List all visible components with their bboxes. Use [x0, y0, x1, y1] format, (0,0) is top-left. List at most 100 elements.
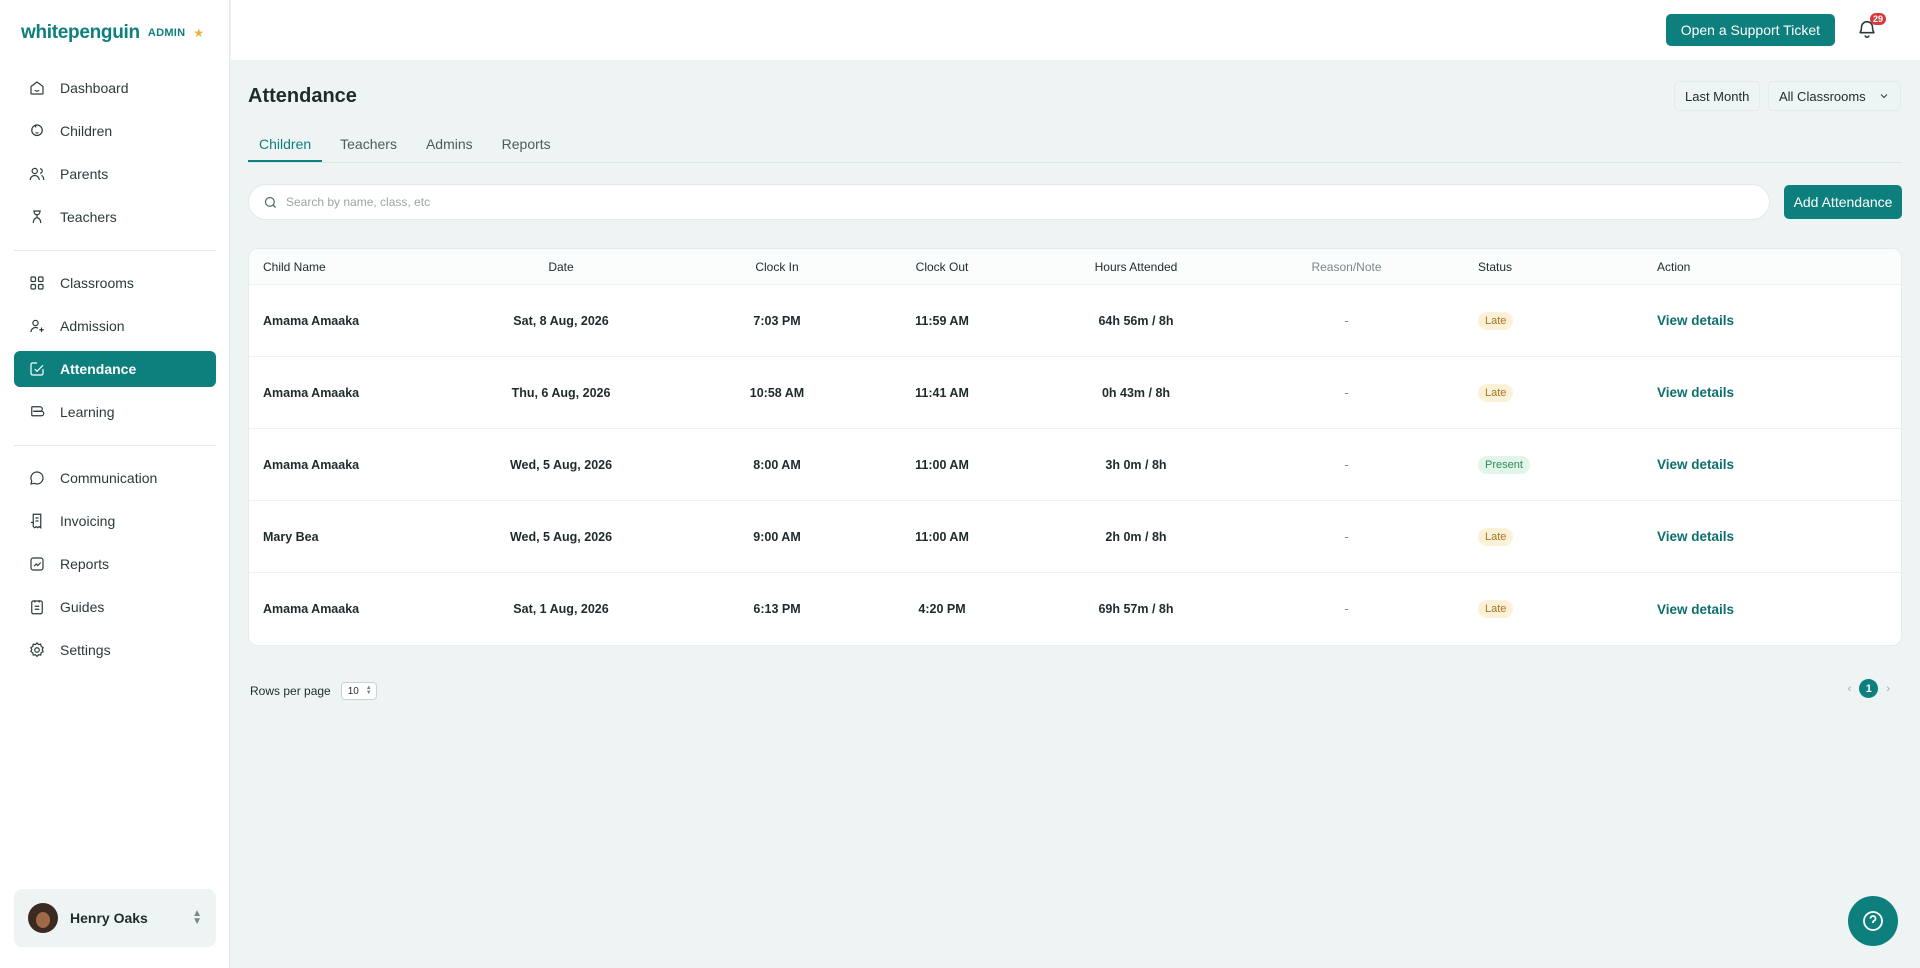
status-cell: Present [1412, 455, 1657, 474]
sidebar-item-label: Teachers [60, 209, 117, 225]
tab-reports[interactable]: Reports [491, 136, 562, 162]
clock-in-cell: 10:58 AM [749, 385, 805, 400]
nav-divider [14, 250, 216, 251]
clock-in-cell: 6:13 PM [753, 602, 801, 616]
next-page-icon[interactable]: › [1886, 683, 1890, 695]
period-filter[interactable]: Last Month [1674, 81, 1761, 111]
column-header[interactable]: Hours Attended [991, 260, 1281, 274]
sidebar-item-guides[interactable]: Guides [14, 589, 216, 625]
sidebar-item-classrooms[interactable]: Classrooms [14, 265, 216, 301]
sidebar-item-dashboard[interactable]: Dashboard [14, 70, 216, 106]
clock-in-cell: 9:00 AM [753, 529, 801, 544]
check-square-icon [30, 362, 44, 376]
chevron-updown-icon: ▲ ▼ [192, 908, 202, 927]
sidebar-item-invoicing[interactable]: Invoicing [14, 503, 216, 539]
book-icon [31, 406, 45, 417]
page-title: Attendance [248, 85, 357, 107]
rows-per-page: Rows per page 10 ▲ ▼ [250, 682, 377, 700]
table-row: Amama Amaaka Wed, 5 Aug, 2026 8:00 AM 11… [249, 429, 1901, 501]
sidebar-item-label: Invoicing [60, 513, 116, 529]
user-menu[interactable]: Henry Oaks ▲ ▼ [14, 889, 216, 947]
nav-group-main: Dashboard Children Parents Teachers [14, 70, 216, 242]
column-header[interactable]: Clock In [661, 260, 893, 274]
sidebar: whitepenguin ADMIN ★ Dashboard Children … [0, 0, 230, 968]
add-attendance-button[interactable]: Add Attendance [1784, 185, 1902, 219]
sidebar-item-label: Classrooms [60, 275, 134, 291]
clock-in-cell: 8:00 AM [753, 457, 801, 472]
sidebar-item-label: Attendance [60, 361, 137, 377]
grid-icon [30, 276, 44, 290]
view-details-link[interactable]: View details [1657, 529, 1734, 544]
sidebar-item-children[interactable]: Children [14, 113, 216, 149]
sidebar-item-label: Communication [60, 470, 158, 486]
sidebar-item-parents[interactable]: Parents [14, 156, 216, 192]
admin-badge: ADMIN [147, 27, 186, 39]
rows-per-page-value: 10 [347, 685, 359, 697]
view-details-link[interactable]: View details [1657, 457, 1734, 472]
gear-icon [30, 641, 44, 658]
table-row: Amama Amaaka Thu, 6 Aug, 2026 10:58 AM 1… [249, 357, 1901, 429]
view-details-link[interactable]: View details [1657, 313, 1734, 328]
date-cell: Thu, 6 Aug, 2026 [511, 385, 611, 400]
view-details-link[interactable]: View details [1657, 602, 1734, 617]
column-header[interactable]: Date [461, 260, 661, 274]
action-cell: View details [1657, 313, 1897, 328]
sidebar-item-settings[interactable]: Settings [14, 632, 216, 668]
sidebar-item-teachers[interactable]: Teachers [14, 199, 216, 235]
period-filter-label: Last Month [1685, 88, 1750, 104]
clock-out-cell: 11:41 AM [915, 385, 969, 400]
tab-admins[interactable]: Admins [415, 136, 484, 162]
chevron-updown-icon: ▲ ▼ [365, 685, 372, 696]
reason-cell: - [1344, 529, 1349, 544]
clock-out-cell: 11:00 AM [915, 529, 969, 544]
clock-out-cell: 11:00 AM [915, 457, 969, 472]
tab-teachers[interactable]: Teachers [329, 136, 408, 162]
guide-icon [31, 600, 43, 615]
status-cell: Late [1412, 600, 1657, 618]
classroom-filter[interactable]: All Classrooms [1768, 81, 1901, 111]
column-header[interactable]: Child Name [249, 260, 461, 274]
column-header[interactable]: Clock Out [893, 260, 991, 274]
action-cell: View details [1657, 457, 1897, 472]
previous-page-icon[interactable]: ‹ [1848, 683, 1852, 695]
clock-out-cell: 4:20 PM [918, 602, 966, 616]
clock-out-cell: 11:59 AM [915, 313, 969, 328]
crown-icon: ★ [193, 26, 205, 40]
sidebar-item-communication[interactable]: Communication [14, 460, 216, 496]
hours-cell: 2h 0m / 8h [1105, 529, 1167, 544]
sidebar-item-attendance[interactable]: Attendance [14, 351, 216, 387]
open-support-ticket-button[interactable]: Open a Support Ticket [1665, 14, 1835, 46]
nav-group-school: Classrooms Admission Attendance Learning [14, 265, 216, 437]
child-name: Amama Amaaka [263, 457, 360, 472]
top-bar: Open a Support Ticket 29 [231, 0, 1920, 60]
action-cell: View details [1657, 385, 1897, 400]
column-header: Action [1657, 259, 1691, 274]
tab-children[interactable]: Children [248, 136, 323, 162]
brand-logo[interactable]: whitepenguin ADMIN ★ [21, 22, 204, 44]
user-name: Henry Oaks [70, 910, 148, 926]
status-badge: Present [1478, 455, 1530, 474]
page-number[interactable]: 1 [1859, 679, 1879, 698]
sidebar-item-admission[interactable]: Admission [14, 308, 216, 344]
help-button[interactable] [1848, 896, 1898, 946]
sidebar-item-label: Learning [60, 404, 115, 420]
sidebar-item-learning[interactable]: Learning [14, 394, 216, 430]
reason-cell: - [1344, 602, 1349, 616]
rows-per-page-select[interactable]: 10 ▲ ▼ [340, 682, 377, 700]
question-icon [1863, 911, 1883, 931]
reason-cell: - [1344, 385, 1349, 400]
status-badge: Late [1478, 311, 1514, 330]
tabs-divider [248, 162, 1902, 163]
attendance-tabs: Children Teachers Admins Reports [248, 136, 569, 162]
notification-count-badge: 29 [1869, 13, 1886, 25]
sidebar-item-reports[interactable]: Reports [14, 546, 216, 582]
view-details-link[interactable]: View details [1657, 385, 1734, 400]
search-icon [264, 196, 276, 208]
column-header[interactable]: Status [1412, 260, 1657, 274]
pagination: ‹ 1 › [1848, 679, 1890, 698]
column-header[interactable]: Reason/Note [1281, 260, 1412, 274]
sidebar-item-label: Admission [60, 318, 125, 334]
sidebar-item-label: Reports [60, 556, 110, 572]
child-name: Mary Bea [263, 529, 319, 544]
search-input[interactable] [286, 195, 1686, 209]
